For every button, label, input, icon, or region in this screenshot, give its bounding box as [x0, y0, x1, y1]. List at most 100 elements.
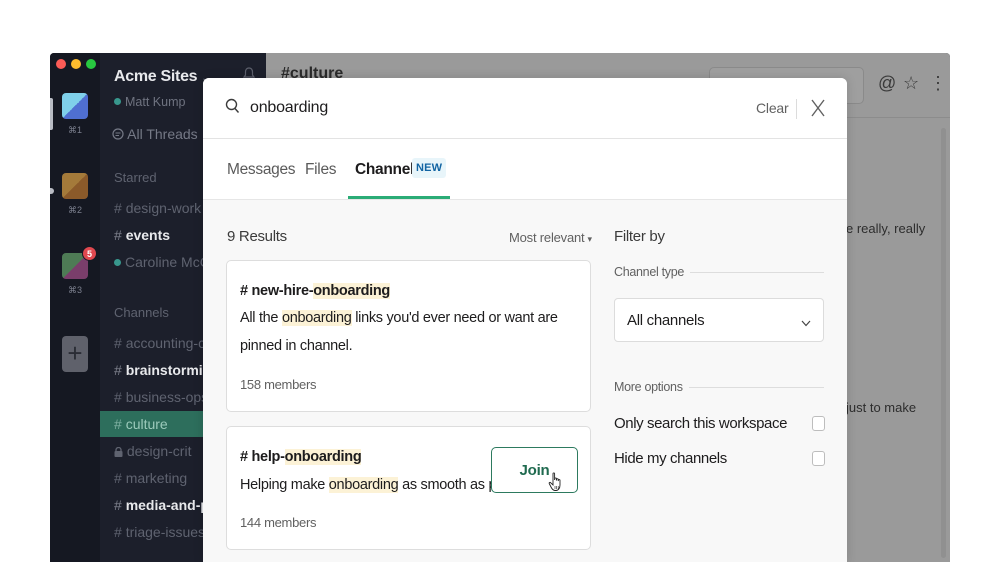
sort-label: Most relevant [509, 230, 585, 245]
results-count: 9 Results [227, 228, 287, 245]
channel-type-label: Channel type [614, 265, 685, 279]
hand-cursor-icon [548, 472, 564, 492]
workspace-menu[interactable]: Acme Sites⌄ [114, 68, 210, 86]
active-team-indicator [50, 98, 53, 130]
team-1-shortcut: ⌘1 [67, 125, 82, 135]
hash-icon: # [114, 200, 122, 216]
channel-label: media-and-pr [125, 497, 215, 513]
window-controls [56, 59, 96, 69]
name-prefix: # help- [240, 449, 285, 465]
hash-icon: # [114, 470, 122, 486]
team-2-icon [62, 173, 88, 199]
close-window-button[interactable] [56, 59, 66, 69]
divider [690, 271, 824, 273]
scrollbar[interactable] [941, 128, 946, 558]
starred-section-label: Starred [114, 170, 157, 185]
desc-text: All the [240, 310, 282, 326]
channel-type-value: All channels [627, 312, 705, 329]
search-icon [225, 98, 240, 114]
team-3-shortcut: ⌘3 [67, 285, 82, 295]
channels-section-label: Channels [114, 305, 169, 320]
channel-type-select[interactable]: All channels [614, 298, 824, 342]
channel-result-description: Helping make onboarding as smooth as pos… [240, 471, 492, 499]
all-threads-label: All Threads [127, 126, 198, 142]
chevron-down-icon [801, 315, 811, 327]
sort-dropdown[interactable]: Most relevant ▾ [509, 230, 592, 245]
message-snippet: e really, really [846, 221, 926, 236]
only-this-workspace-checkbox[interactable] [812, 416, 825, 431]
zoom-window-button[interactable] [86, 59, 96, 69]
filter-title: Filter by [614, 228, 665, 245]
option-label: Hide my channels [614, 450, 727, 467]
star-icon[interactable]: ☆ [903, 73, 919, 94]
add-workspace-button[interactable]: + [62, 336, 88, 372]
search-modal: Clear Messages Files Channels NEW 9 Resu… [203, 78, 847, 562]
hash-icon: # [114, 497, 122, 513]
threads-icon [112, 126, 127, 142]
search-highlight: onboarding [313, 283, 390, 299]
desc-text: as smooth as possible [402, 477, 492, 493]
channel-label: marketing [125, 470, 188, 486]
search-highlight: onboarding [284, 449, 362, 465]
team-2-shortcut: ⌘2 [67, 205, 82, 215]
new-badge: NEW [412, 158, 447, 178]
search-input[interactable] [250, 92, 730, 124]
clear-button[interactable]: Clear [756, 100, 789, 116]
member-count: 144 members [240, 515, 317, 530]
tab-files[interactable]: Files [305, 161, 337, 179]
hash-icon: # [114, 416, 122, 432]
channel-label: triage-issues [125, 524, 206, 540]
channel-result-name[interactable]: # new-hire-onboarding [240, 283, 390, 299]
plus-icon: + [67, 338, 83, 368]
channel-label: culture [125, 416, 168, 432]
hash-icon: # [114, 524, 122, 540]
hide-my-channels-checkbox[interactable] [812, 451, 825, 466]
desc-text: Helping make [240, 477, 329, 493]
option-label: Only search this workspace [614, 415, 788, 432]
current-user[interactable]: Matt Kump [114, 95, 185, 109]
team-1-icon [62, 93, 88, 119]
lock-icon [114, 443, 123, 459]
option-only-this-workspace[interactable]: Only search this workspace [614, 415, 826, 432]
screen: ⌘1 ⌘2 ⌘3 5 + Acme Sites⌄ Matt Kump [0, 0, 1000, 562]
more-options-section: More options [614, 380, 824, 394]
all-threads-link[interactable]: All Threads [112, 126, 198, 142]
more-options-icon[interactable]: ⋮ [929, 73, 947, 94]
join-channel-button[interactable]: Join [491, 447, 578, 493]
chevron-down-icon: ▾ [587, 234, 592, 244]
member-count: 158 members [240, 377, 317, 392]
user-name: Matt Kump [125, 95, 186, 109]
mentions-icon[interactable]: @ [878, 73, 896, 94]
channel-result-description: All the onboarding links you'd ever need… [240, 304, 585, 360]
search-highlight: onboarding [328, 477, 399, 493]
team-unread-indicator [50, 188, 54, 194]
workspace-name: Acme Sites [114, 68, 198, 85]
channel-label: business-ops [125, 389, 209, 405]
channel-result-card[interactable]: # help-onboarding Helping make onboardin… [226, 426, 591, 550]
minimize-window-button[interactable] [71, 59, 81, 69]
divider [796, 99, 797, 119]
message-snippet: just to make [846, 400, 917, 415]
close-icon[interactable] [809, 97, 827, 119]
team-3[interactable]: ⌘3 5 [62, 246, 97, 295]
channel-label: design-crit [126, 443, 192, 459]
presence-icon [114, 98, 121, 105]
hash-icon: # [114, 389, 122, 405]
team-2[interactable]: ⌘2 [62, 173, 88, 215]
active-tab-indicator [348, 196, 450, 199]
tab-messages[interactable]: Messages [227, 161, 296, 179]
hash-icon: # [114, 362, 122, 378]
more-options-label: More options [614, 380, 683, 394]
hash-icon: # [114, 227, 122, 243]
name-prefix: # new-hire- [240, 283, 314, 299]
channel-result-name[interactable]: # help-onboarding [240, 449, 362, 465]
channel-type-section: Channel type [614, 265, 824, 279]
channel-result-card[interactable]: # new-hire-onboarding All the onboarding… [226, 260, 591, 412]
team-1[interactable]: ⌘1 [62, 93, 88, 135]
hash-icon: # [114, 335, 122, 351]
search-tabs: Messages Files Channels NEW [203, 139, 847, 200]
team-switcher: ⌘1 ⌘2 ⌘3 5 + [50, 53, 100, 562]
divider [688, 386, 824, 388]
option-hide-my-channels[interactable]: Hide my channels [614, 450, 826, 467]
search-highlight: onboarding [281, 310, 352, 326]
